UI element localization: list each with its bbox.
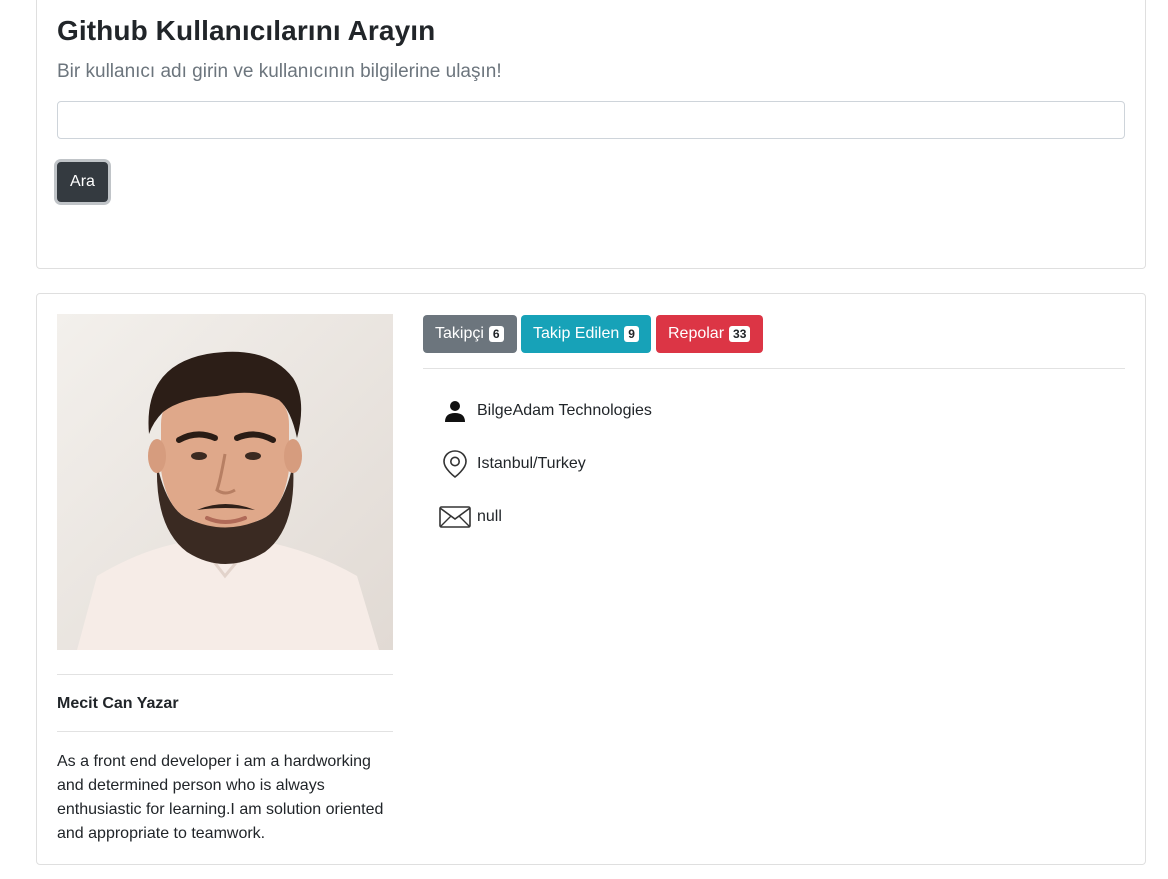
company-row: BilgeAdam Technologies <box>443 396 652 426</box>
location-row: Istanbul/Turkey <box>443 449 586 479</box>
avatar <box>57 314 393 650</box>
page-subtitle: Bir kullanıcı adı girin ve kullanıcının … <box>57 61 502 82</box>
repos-button[interactable]: Repolar 33 <box>656 315 763 353</box>
following-button[interactable]: Takip Edilen 9 <box>521 315 651 353</box>
person-icon <box>443 396 477 426</box>
following-count-badge: 9 <box>624 326 639 342</box>
followers-label: Takipçi <box>435 325 484 342</box>
location-text: Istanbul/Turkey <box>477 455 586 472</box>
envelope-icon <box>439 502 477 532</box>
user-full-name: Mecit Can Yazar <box>57 695 179 712</box>
repos-count-badge: 33 <box>729 326 751 342</box>
search-button[interactable]: Ara <box>57 162 108 202</box>
divider <box>57 674 393 675</box>
location-pin-icon <box>443 449 477 479</box>
following-label: Takip Edilen <box>533 325 620 342</box>
avatar-portrait-image <box>57 314 393 650</box>
search-card: Github Kullanıcılarını Arayın Bir kullan… <box>36 0 1146 269</box>
followers-count-badge: 6 <box>488 326 504 342</box>
followers-button[interactable]: Takipçi 6 <box>423 315 517 353</box>
email-row: null <box>439 502 502 532</box>
repos-label: Repolar <box>668 325 725 342</box>
username-search-input[interactable] <box>57 101 1125 139</box>
email-text: null <box>477 508 502 525</box>
profile-card: Mecit Can Yazar As a front end developer… <box>36 293 1146 865</box>
company-text: BilgeAdam Technologies <box>477 402 652 419</box>
page-title: Github Kullanıcılarını Arayın <box>57 15 436 46</box>
divider <box>57 731 393 732</box>
user-bio: As a front end developer i am a hardwork… <box>57 753 384 842</box>
divider <box>423 368 1125 369</box>
